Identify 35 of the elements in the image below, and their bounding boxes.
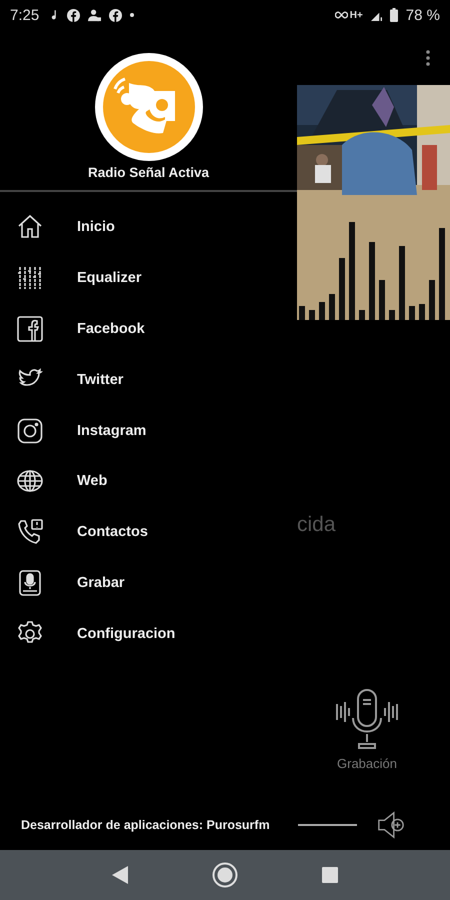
menu-item[interactable]: Web <box>0 456 297 507</box>
facebook-icon <box>67 8 80 22</box>
logo-icon <box>94 53 202 161</box>
camera-icon <box>17 418 43 444</box>
status-time: 7:25 <box>10 6 40 24</box>
facebook-icon <box>109 8 122 22</box>
menu-item[interactable]: Equalizer <box>0 252 297 304</box>
menu-item[interactable]: Facebook <box>0 304 297 354</box>
now-playing-text: cida <box>297 512 337 538</box>
network-type: H+ <box>350 10 363 20</box>
speaker-icon[interactable] <box>377 811 405 839</box>
developer-credit: Desarrollador de aplicaciones: Purosurfm <box>21 818 271 832</box>
phone-icon <box>17 519 43 546</box>
dot-icon <box>130 13 134 17</box>
equalizer-icon <box>17 265 43 292</box>
menu-item[interactable]: Inicio <box>0 202 297 253</box>
menu-item[interactable]: Twitter <box>0 354 297 406</box>
recorder-icon <box>17 570 43 596</box>
person-icon <box>88 8 102 22</box>
home-icon <box>17 214 43 240</box>
menu-item[interactable]: Instagram <box>0 405 297 456</box>
menu-item[interactable]: Grabar <box>0 558 297 608</box>
record-button[interactable]: Grabación <box>329 688 405 771</box>
battery-percent: 78 % <box>406 6 440 24</box>
menu-item[interactable]: Configuracion <box>0 608 297 660</box>
battery-icon <box>390 8 398 22</box>
globe-icon <box>17 468 43 494</box>
facebook-icon <box>17 316 43 342</box>
back-icon[interactable] <box>112 866 128 884</box>
menu-item[interactable]: Contactos <box>0 506 297 558</box>
more-options-icon[interactable] <box>426 50 430 66</box>
app-name: Radio Señal Activa <box>88 165 210 180</box>
microphone-icon <box>335 688 399 752</box>
infinity-icon <box>334 11 348 19</box>
home-button-icon[interactable] <box>212 862 238 888</box>
